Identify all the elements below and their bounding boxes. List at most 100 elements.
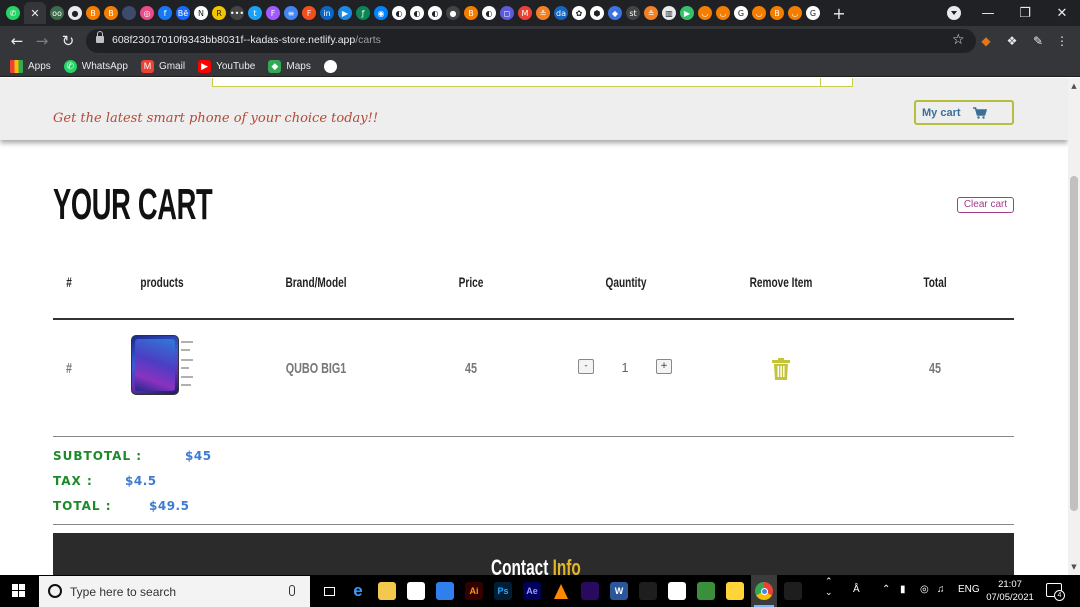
minimize-button[interactable]: — <box>970 0 1006 26</box>
reload-icon[interactable]: ↻ <box>58 31 78 51</box>
mail-icon[interactable] <box>436 582 454 600</box>
address-bar[interactable]: 608f23017010f9343bb8031f--kadas-store.ne… <box>86 29 976 53</box>
tab-blank-tab-icon[interactable] <box>122 6 136 20</box>
chrome-icon[interactable] <box>755 582 773 600</box>
tab-gmail-icon[interactable]: M <box>518 6 532 20</box>
people-icon[interactable]: Å <box>853 584 860 595</box>
tab-figma-icon[interactable]: F <box>266 6 280 20</box>
tab-google-icon[interactable]: G <box>806 6 820 20</box>
slack-icon[interactable] <box>668 582 686 600</box>
figma-taskbar-icon[interactable] <box>639 582 657 600</box>
word-icon[interactable]: W <box>610 582 628 600</box>
extensions-puzzle-icon[interactable]: ❖ <box>1004 33 1020 49</box>
tab-st-icon[interactable]: st <box>626 6 640 20</box>
tab-blogger-icon[interactable]: B <box>104 6 118 20</box>
bookmark-maps[interactable]: ◆ Maps <box>268 59 311 73</box>
tab-blogger-icon[interactable]: B <box>464 6 478 20</box>
tab-dev-icon[interactable]: da <box>554 6 568 20</box>
pen-extension-icon[interactable]: ✎ <box>1029 33 1047 49</box>
after-effects-icon[interactable]: Ae <box>523 582 541 600</box>
search-bar[interactable] <box>212 78 853 87</box>
tab-docs-icon[interactable]: ≡ <box>284 6 298 20</box>
vlc-icon[interactable] <box>552 582 570 600</box>
wifi-icon[interactable]: ◎ <box>920 584 929 595</box>
my-cart-button[interactable]: My cart <box>914 100 1014 125</box>
clock[interactable]: 21:07 07/05/2021 <box>982 578 1038 604</box>
tab-cube-icon[interactable]: ⬢ <box>590 6 604 20</box>
tab-video-icon[interactable]: ▶ <box>338 6 352 20</box>
tab-stack-overflow-icon[interactable]: ≗ <box>644 6 658 20</box>
tab-medium-icon[interactable]: ••• <box>230 6 244 20</box>
edge-icon[interactable]: e <box>349 581 367 600</box>
back-arrow-icon[interactable]: ← <box>7 31 27 51</box>
premiere-icon[interactable] <box>581 582 599 600</box>
tab-replit-icon[interactable]: R <box>212 6 226 20</box>
tab-instagram-icon[interactable]: ◻ <box>500 6 514 20</box>
file-explorer-icon[interactable] <box>378 582 396 600</box>
bookmark-whatsapp[interactable]: ✆ WhatsApp <box>63 59 128 73</box>
tab-openai-icon[interactable]: ✿ <box>572 6 586 20</box>
scroll-up-arrow-icon[interactable]: ▲ <box>1070 82 1078 90</box>
tab-notion-icon[interactable]: N <box>194 6 208 20</box>
tab-behance-icon[interactable]: Bē <box>176 6 190 20</box>
tab-books-icon[interactable]: ▥ <box>662 6 676 20</box>
tab-globe-icon[interactable]: ◐ <box>410 6 424 20</box>
tab-github-icon[interactable]: ● <box>68 6 82 20</box>
photoshop-icon[interactable]: Ps <box>494 582 512 600</box>
profile-menu-icon[interactable] <box>947 6 961 20</box>
bookmark-star-icon[interactable]: ☆ <box>952 32 965 48</box>
tab-linkedin-icon[interactable]: in <box>320 6 334 20</box>
volume-icon[interactable]: ♫ <box>937 584 945 595</box>
clear-cart-button[interactable]: Clear cart <box>957 197 1014 213</box>
active-tab-close-icon[interactable]: ✕ <box>24 2 46 24</box>
page-scrollbar[interactable]: ▲ ▼ <box>1068 78 1080 575</box>
control-panel-icon[interactable] <box>697 582 715 600</box>
tab-globe-icon[interactable]: ◐ <box>428 6 442 20</box>
bookmark-apps[interactable]: Apps <box>10 59 51 73</box>
tab-github-icon[interactable]: ● <box>446 6 460 20</box>
tab-whatsapp-icon[interactable]: ✆ <box>6 6 20 20</box>
python-icon[interactable] <box>726 582 744 600</box>
browser-menu-icon[interactable]: ⋮ <box>1054 33 1070 49</box>
task-view-icon[interactable] <box>320 582 338 600</box>
new-tab-button[interactable]: + <box>830 4 848 23</box>
trash-icon[interactable] <box>771 358 791 380</box>
scroll-down-arrow-icon[interactable]: ▼ <box>1070 563 1078 571</box>
tab-google-icon[interactable]: G <box>734 6 748 20</box>
tab-odoo-icon[interactable]: oo <box>50 6 64 20</box>
tab-facebook-icon[interactable]: f <box>158 6 172 20</box>
tray-scroll-icon[interactable]: ⌃ ⌄ <box>825 576 833 598</box>
show-hidden-icons-icon[interactable]: ⌃ <box>882 584 890 595</box>
bookmark-youtube[interactable]: ▶ YouTube <box>198 59 255 73</box>
illustrator-icon[interactable]: Ai <box>465 582 483 600</box>
restore-button[interactable]: ❐ <box>1007 0 1043 26</box>
metamask-extension-icon[interactable]: ◆ <box>978 33 994 49</box>
tab-dribbble-icon[interactable]: ◎ <box>140 6 154 20</box>
tab-globe-icon[interactable]: ◐ <box>482 6 496 20</box>
tab-smile-icon[interactable]: ◡ <box>788 6 802 20</box>
forward-arrow-icon[interactable]: → <box>32 31 52 51</box>
decrement-quantity-button[interactable]: - <box>578 359 594 374</box>
tab-blogger-icon[interactable]: B <box>770 6 784 20</box>
store-icon[interactable] <box>407 582 425 600</box>
bookmark-globe[interactable] <box>323 59 342 73</box>
tab-play-icon[interactable]: ▶ <box>680 6 694 20</box>
scroll-thumb[interactable] <box>1070 176 1078 511</box>
tab-figma-icon[interactable]: F <box>302 6 316 20</box>
tab-shield-icon[interactable]: ◆ <box>608 6 622 20</box>
tab-freecodecamp-icon[interactable]: ƒ <box>356 6 370 20</box>
microphone-icon[interactable] <box>289 585 295 596</box>
increment-quantity-button[interactable]: + <box>656 359 672 374</box>
tab-smile-icon[interactable]: ◡ <box>716 6 730 20</box>
close-window-button[interactable]: ✕ <box>1044 0 1080 26</box>
tab-stack-overflow-icon[interactable]: ≗ <box>536 6 550 20</box>
tab-smile-icon[interactable]: ◡ <box>752 6 766 20</box>
tab-messenger-icon[interactable]: ◉ <box>374 6 388 20</box>
tab-twitter-icon[interactable]: t <box>248 6 262 20</box>
tab-globe-icon[interactable]: ◐ <box>392 6 406 20</box>
windows-start-icon[interactable] <box>12 584 26 598</box>
tab-blogger-icon[interactable]: B <box>86 6 100 20</box>
battery-icon[interactable]: ▮ <box>900 584 906 595</box>
terminal-icon[interactable] <box>784 582 802 600</box>
bookmark-gmail[interactable]: M Gmail <box>140 59 185 73</box>
